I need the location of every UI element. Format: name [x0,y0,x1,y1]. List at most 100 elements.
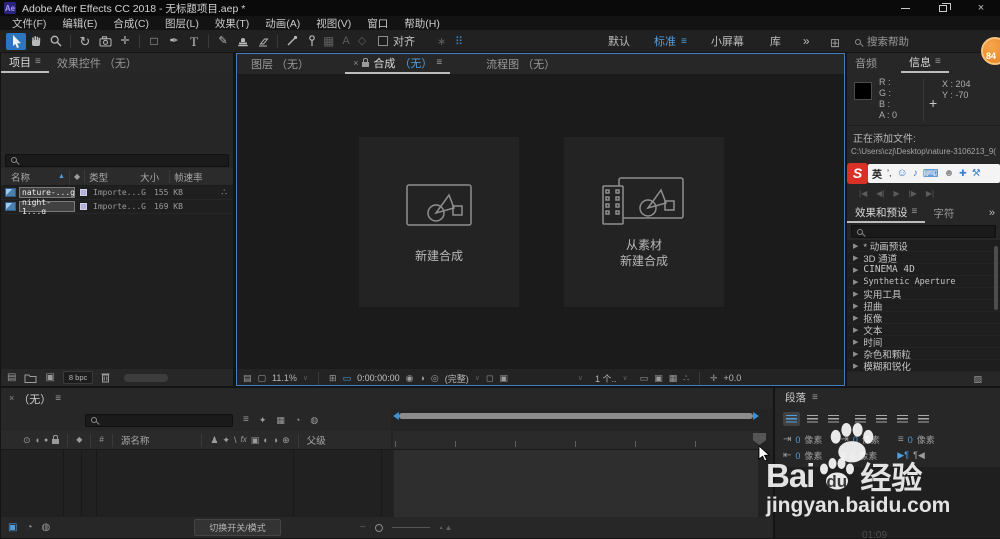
timeline-zoom-slider-knob[interactable] [374,523,383,532]
align-right-button[interactable] [825,412,842,426]
effect-category-synthetic-aperture[interactable]: ▶ Synthetic Aperture [847,276,1000,288]
transparency-grid-icon[interactable]: ▣ [499,373,508,383]
rotate-tool[interactable]: ↻ [75,33,95,50]
label-color-swatch[interactable] [80,189,87,196]
text-direction-rtl-icon[interactable]: ¶◀ [913,451,925,460]
always-preview-icon[interactable]: ▤ [243,373,252,383]
timeline-search-input[interactable] [85,413,233,427]
column-type[interactable]: 类型 [89,170,108,184]
tab-project[interactable]: 项目 ≡ [1,53,49,73]
column-size[interactable]: 大小 [140,170,159,184]
audio-speaker-icon[interactable]: ◖ [35,435,40,445]
shape-tool[interactable]: □ [144,33,164,50]
tag-column-icon[interactable]: ◆ [74,172,80,181]
column-divider[interactable] [90,433,92,447]
justify-last-center-button[interactable] [873,412,890,426]
project-search-input[interactable] [5,153,229,167]
selection-tool[interactable] [6,32,26,50]
menu-window[interactable]: 窗口 [359,16,396,31]
new-composition-from-footage-tile[interactable]: 从素材 新建合成 [564,137,724,307]
roto-brush-tool[interactable] [282,33,302,50]
column-divider[interactable] [297,433,299,447]
timeline-zoom-bar[interactable] [393,412,759,420]
tab-effects-presets[interactable]: 效果和预设 ≡ [847,203,926,223]
expand-triangle-icon[interactable]: ▶ [853,254,858,262]
ime-emoji-icon[interactable]: ☺ [897,167,908,179]
menu-edit[interactable]: 编辑(E) [54,16,105,31]
workspace-add-icon[interactable]: ⊞ [830,37,840,49]
zoom-in-mountains-icon[interactable]: ▲ ▲ [439,523,453,532]
tab-effect-controls[interactable]: 效果控件 （无） [49,53,145,73]
workspace-default[interactable]: 默认 [596,33,642,49]
menu-animation[interactable]: 动画(A) [257,16,308,31]
composition-mini-flowchart-icon[interactable]: ≡ [243,415,249,425]
tab-flowchart[interactable]: 流程图 （无） [478,54,563,74]
close-button[interactable]: × [962,0,1000,16]
go-to-end-icon[interactable]: ▶| [926,189,934,198]
effect-category-animation-presets[interactable]: ▶ * 动画预设 [847,240,1000,252]
expand-transfer-controls-icon[interactable]: ◔ [26,522,32,533]
mask-visibility-icon[interactable]: ▭ [343,373,352,383]
flowchart-button-icon[interactable]: ∴ [683,373,689,383]
zoom-tool[interactable] [46,33,66,50]
bit-depth-button[interactable]: 8 bpc [62,371,94,384]
ime-keyboard-icon[interactable]: ⌨ [923,167,939,180]
zoom-bar-track[interactable] [399,413,753,419]
tab-effects-menu-icon[interactable]: ≡ [912,207,918,217]
cube-3d-switch-icon[interactable]: ⊕ [282,435,290,445]
effects-scrollbar[interactable] [994,246,998,310]
tab-layer[interactable]: 图层 （无） [237,54,317,74]
caret-down-icon[interactable]: ∨ [475,375,480,382]
adjustment-layer-switch-icon[interactable]: ◑ [273,435,278,445]
zoom-out-icon[interactable]: − [360,522,366,533]
timeline-left-content[interactable] [1,450,393,517]
timeline-zoom-slider-track[interactable] [391,527,430,528]
solo-icon[interactable]: ● [44,437,48,444]
expand-triangle-icon[interactable]: ▶ [853,266,858,274]
caret-down-icon[interactable]: ∨ [303,375,308,382]
text-direction-ltr-icon[interactable]: ▶¶ [897,450,909,461]
new-composition-icon[interactable]: ▣ [45,372,54,383]
indent-right-value[interactable]: 0 [908,435,913,445]
effect-category-keying[interactable]: ▶ 抠像 [847,312,1000,324]
next-frame-icon[interactable]: |▶ [909,189,917,198]
motion-blur-enable-icon[interactable]: ◍ [310,415,318,425]
tab-project-menu-icon[interactable]: ≡ [35,57,41,67]
menu-layer[interactable]: 图层(L) [157,16,207,31]
restore-button[interactable] [924,0,962,16]
column-divider[interactable] [84,170,86,183]
expand-triangle-icon[interactable]: ▶ [853,290,858,298]
expand-triangle-icon[interactable]: ▶ [853,350,858,358]
fx-switch-icon[interactable]: fx [240,436,246,444]
tab-close-icon[interactable]: × [353,58,358,68]
pen-tool[interactable]: ✒ [164,33,184,50]
puppet-pin-tool[interactable] [302,33,322,50]
column-divider[interactable] [201,433,203,447]
timeline-track-area[interactable] [394,450,758,517]
ime-punct-toggle[interactable]: ’, [887,168,892,178]
marquee-icon[interactable]: ⠿ [455,37,463,48]
quality-switch-icon[interactable]: \ [234,435,237,445]
new-composition-tile[interactable]: 新建合成 [359,137,519,307]
ime-settings-wrench-icon[interactable]: ⚒ [972,168,981,179]
align-left-button[interactable] [783,412,800,426]
tab-info-menu-icon[interactable]: ≡ [935,57,941,67]
hand-tool[interactable] [26,33,46,50]
ime-account-icon[interactable]: ☻ [944,168,955,179]
menu-help[interactable]: 帮助(H) [396,16,448,31]
expand-triangle-icon[interactable]: ▶ [853,242,858,250]
label-color-swatch[interactable] [80,203,87,210]
space-after-value[interactable]: 0 [850,451,855,461]
tab-character[interactable]: 字符 [925,203,962,223]
tab-timeline-menu-icon[interactable]: ≡ [55,393,61,404]
tab-info[interactable]: 信息 ≡ [901,53,949,73]
main-monitor-icon[interactable]: ▢ [258,373,267,383]
region-of-interest-icon[interactable]: ◻ [486,373,493,383]
expand-triangle-icon[interactable]: ▶ [853,278,858,286]
indent-left-value[interactable]: 0 [795,435,800,445]
effects-search-input[interactable] [851,225,996,238]
space-before-value[interactable]: 0 [795,451,800,461]
tab-audio[interactable]: 音频 [847,53,885,73]
minimize-button[interactable] [886,0,924,16]
camera-tool[interactable] [95,33,115,50]
